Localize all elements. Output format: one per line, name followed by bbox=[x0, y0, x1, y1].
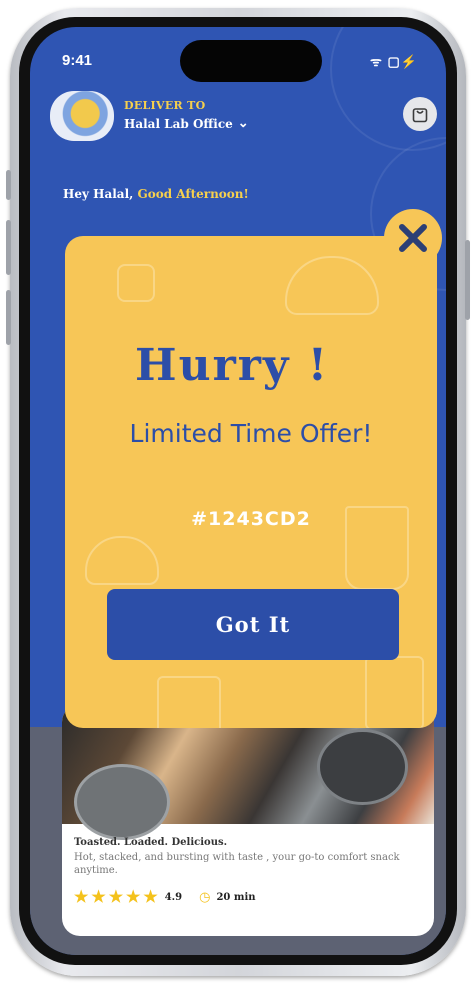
burger-doodle bbox=[285, 256, 379, 315]
volume-up-button bbox=[6, 220, 11, 275]
offer-popup: Hurry ! Limited Time Offer! #1243CD2 Got… bbox=[65, 236, 437, 728]
fries-doodle bbox=[157, 676, 221, 728]
greeting-time: Good Afternoon! bbox=[137, 187, 249, 201]
popup-title: Hurry ! bbox=[135, 340, 330, 391]
signal-battery-icons: ᯤ ▢⚡ bbox=[370, 54, 418, 69]
greeting-name: Hey Halal, bbox=[63, 187, 138, 201]
speaker-doodle bbox=[117, 264, 155, 302]
clock-icon: ◷ bbox=[199, 889, 211, 905]
star-icon: ★ bbox=[74, 887, 89, 906]
food-image-bowl bbox=[74, 764, 170, 840]
food-image-plate bbox=[317, 729, 408, 805]
star-icon: ★ bbox=[126, 887, 141, 906]
delivery-time: 20 min bbox=[216, 891, 256, 903]
food-card[interactable]: Toasted. Loaded. Delicious. Hot, stacked… bbox=[62, 704, 434, 936]
star-icon: ★ bbox=[143, 887, 158, 906]
rating-value: 4.9 bbox=[164, 891, 183, 903]
food-card-title: Toasted. Loaded. Delicious. bbox=[74, 837, 228, 848]
background-decoration bbox=[330, 27, 446, 151]
star-icon: ★ bbox=[108, 887, 124, 906]
cart-button[interactable] bbox=[403, 97, 437, 131]
status-bar: 9:41 ᯤ ▢⚡ bbox=[62, 52, 418, 76]
location-name: Halal Lab Office bbox=[124, 116, 233, 131]
burger-doodle bbox=[85, 536, 159, 585]
power-button bbox=[465, 240, 470, 320]
avatar[interactable] bbox=[50, 91, 114, 141]
deliver-to-label: DELIVER TO bbox=[124, 99, 206, 112]
popup-subtitle: Limited Time Offer! bbox=[129, 419, 373, 448]
volume-down-button bbox=[6, 290, 11, 345]
chevron-down-icon: ⌄ bbox=[237, 116, 249, 131]
close-icon bbox=[399, 224, 427, 252]
greeting-text: Hey Halal, Good Afternoon! bbox=[63, 187, 249, 201]
silent-switch bbox=[6, 170, 11, 200]
food-card-description: Hot, stacked, and bursting with taste , … bbox=[74, 852, 400, 876]
app-screen: 9:41 ᯤ ▢⚡ DELIVER TO Halal Lab Office ⌄ … bbox=[30, 27, 446, 955]
promo-code[interactable]: #1243CD2 bbox=[65, 508, 437, 530]
got-it-button[interactable]: Got It bbox=[107, 589, 399, 660]
rating-row: ★ ★ ★ ★ ★ 4.9 ◷ 20 min bbox=[74, 889, 256, 905]
close-button[interactable] bbox=[384, 209, 442, 267]
star-icon: ★ bbox=[91, 887, 106, 906]
status-time: 9:41 bbox=[62, 52, 93, 69]
bag-icon bbox=[412, 108, 428, 123]
fries-doodle bbox=[365, 656, 424, 728]
location-selector[interactable]: Halal Lab Office ⌄ bbox=[124, 116, 249, 131]
